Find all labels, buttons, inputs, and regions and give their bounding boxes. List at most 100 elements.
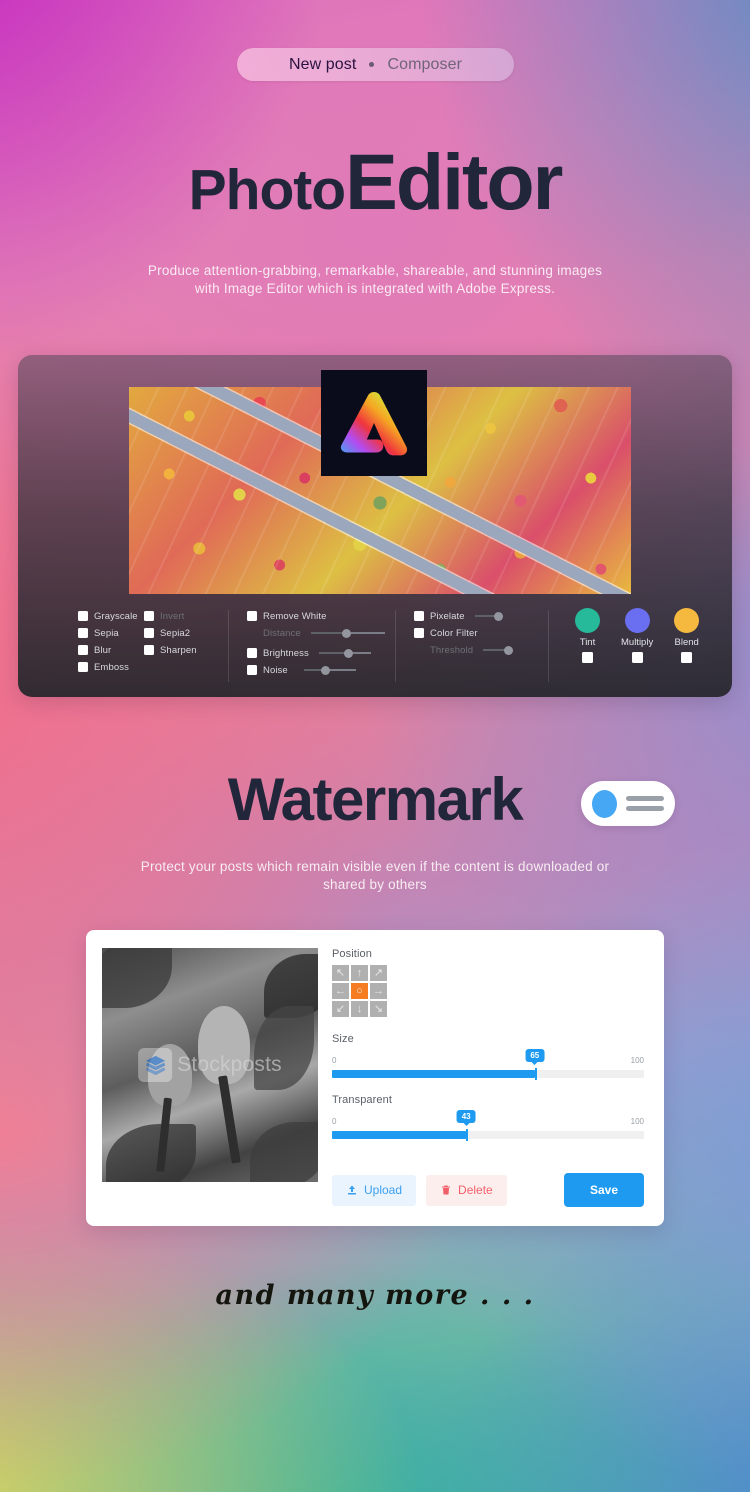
filter-emboss[interactable]: Emboss <box>78 659 142 675</box>
layers-icon <box>138 1048 173 1082</box>
transparent-max: 100 <box>630 1117 644 1126</box>
upload-icon <box>348 1185 356 1195</box>
size-slider-handle[interactable] <box>534 1068 537 1080</box>
slider-track[interactable] <box>303 665 356 675</box>
checkbox-icon[interactable] <box>144 645 154 655</box>
slider-track[interactable] <box>474 611 503 621</box>
filter-grayscale[interactable]: Grayscale <box>78 608 142 624</box>
filter-label: Remove White <box>263 610 327 622</box>
size-min: 0 <box>332 1056 337 1065</box>
filter-label: Emboss <box>94 661 129 673</box>
slider-track[interactable] <box>483 645 514 655</box>
size-value-bubble: 65 <box>525 1049 545 1065</box>
page-title-photo: Photo <box>188 158 346 222</box>
transparent-slider[interactable] <box>332 1129 644 1141</box>
size-slider[interactable] <box>332 1068 644 1080</box>
blend-label: Multiply <box>621 637 654 648</box>
blend-label: Tint <box>579 637 596 648</box>
filter-label: Blur <box>94 644 112 656</box>
delete-button[interactable]: Delete <box>426 1174 507 1206</box>
page-title-editor: Editor <box>345 137 563 226</box>
blend-blend[interactable]: Blend <box>674 608 700 663</box>
position-bottom-left[interactable]: ↙ <box>332 1001 349 1017</box>
toolbar-divider <box>395 610 396 682</box>
tint-color-swatch[interactable] <box>575 608 600 633</box>
position-top-center[interactable]: ↑ <box>351 965 368 981</box>
checkbox-icon[interactable] <box>78 611 88 621</box>
tab-new-post[interactable]: New post <box>289 56 357 74</box>
filter-invert[interactable]: Invert <box>144 608 214 624</box>
filter-column-2: Invert Sepia2 Sharpen <box>144 608 214 694</box>
checkbox-icon[interactable] <box>582 652 593 663</box>
filter-remove-white[interactable]: Remove White <box>247 608 387 624</box>
multiply-color-swatch[interactable] <box>624 608 650 633</box>
upload-button[interactable]: Upload <box>332 1174 417 1206</box>
watermark-toggle[interactable] <box>581 781 675 826</box>
save-button[interactable]: Save <box>563 1173 644 1207</box>
watermark-controls: Position ↖ ↑ ↗ ← ○ → ↙ ↓ ↘ Size 0 65 100 <box>332 948 644 1207</box>
watermark-preview-image[interactable]: Stockposts <box>102 948 318 1182</box>
adobe-express-logo-icon <box>321 370 427 476</box>
filter-sepia2[interactable]: Sepia2 <box>144 625 214 641</box>
slider-track[interactable] <box>318 648 371 658</box>
position-top-left[interactable]: ↖ <box>332 965 349 981</box>
position-middle-left[interactable]: ← <box>332 983 349 999</box>
transparent-label: Transparent <box>332 1094 392 1106</box>
checkbox-icon[interactable] <box>681 652 693 663</box>
checkbox-icon[interactable] <box>78 645 88 655</box>
position-center[interactable]: ○ <box>351 983 368 999</box>
toolbar-divider <box>228 610 229 682</box>
separator-dot-icon <box>369 62 375 67</box>
hero-subtitle: Produce attention-grabbing, remarkable, … <box>147 263 603 296</box>
position-top-right[interactable]: ↗ <box>370 965 387 981</box>
blend-multiply[interactable]: Multiply <box>621 608 653 663</box>
filter-label: Invert <box>160 610 185 622</box>
filter-label: Brightness <box>263 647 309 659</box>
checkbox-icon[interactable] <box>78 628 88 638</box>
toggle-knob-icon[interactable] <box>592 789 617 818</box>
filter-column-1: Grayscale Sepia Blur Emboss <box>78 608 142 694</box>
tab-composer[interactable]: Composer <box>387 56 462 74</box>
filter-sepia[interactable]: Sepia <box>78 625 142 641</box>
filter-label: Sharpen <box>160 644 197 656</box>
slider-distance[interactable]: Distance <box>247 625 387 641</box>
position-bottom-center[interactable]: ↓ <box>351 1001 368 1017</box>
blend-color-swatch[interactable] <box>674 608 700 633</box>
checkbox-icon[interactable] <box>631 652 643 663</box>
watermark-subtitle: Protect your posts which remain visible … <box>140 859 610 892</box>
checkbox-icon[interactable] <box>247 611 257 621</box>
checkbox-icon[interactable] <box>247 665 257 675</box>
checkbox-icon[interactable] <box>414 628 424 638</box>
blend-mode-group: Tint Multiply Blend <box>575 608 700 663</box>
slider-threshold[interactable]: Threshold <box>414 642 544 658</box>
transparent-slider-handle[interactable] <box>466 1129 469 1141</box>
delete-label: Delete <box>458 1183 493 1197</box>
checkbox-icon[interactable] <box>414 611 424 621</box>
blend-label: Blend <box>674 637 699 648</box>
checkbox-icon[interactable] <box>78 662 88 672</box>
position-middle-right[interactable]: → <box>370 983 387 999</box>
page-title: PhotoEditor <box>0 142 750 221</box>
size-max: 100 <box>630 1056 644 1065</box>
slider-track[interactable] <box>310 628 385 638</box>
filter-brightness[interactable]: Brightness <box>247 645 387 661</box>
checkbox-icon[interactable] <box>144 611 154 621</box>
toggle-lines-icon <box>626 796 664 811</box>
filter-color-filter[interactable]: Color Filter <box>414 625 544 641</box>
position-label: Position <box>332 948 372 960</box>
filter-blur[interactable]: Blur <box>78 642 142 658</box>
filter-pixelate[interactable]: Pixelate <box>414 608 544 624</box>
filter-noise[interactable]: Noise <box>247 662 387 678</box>
position-bottom-right[interactable]: ↘ <box>370 1001 387 1017</box>
upload-label: Upload <box>364 1183 403 1197</box>
watermark-stamp: Stockposts <box>138 1048 282 1082</box>
blend-tint[interactable]: Tint <box>575 608 600 663</box>
transparent-min: 0 <box>332 1117 337 1126</box>
filter-label: Pixelate <box>430 610 465 622</box>
checkbox-icon[interactable] <box>247 648 257 658</box>
transparent-value-bubble: 43 <box>456 1110 476 1126</box>
checkbox-icon[interactable] <box>144 628 154 638</box>
trash-icon <box>442 1185 451 1195</box>
filter-label: Color Filter <box>430 627 478 639</box>
filter-sharpen[interactable]: Sharpen <box>144 642 214 658</box>
